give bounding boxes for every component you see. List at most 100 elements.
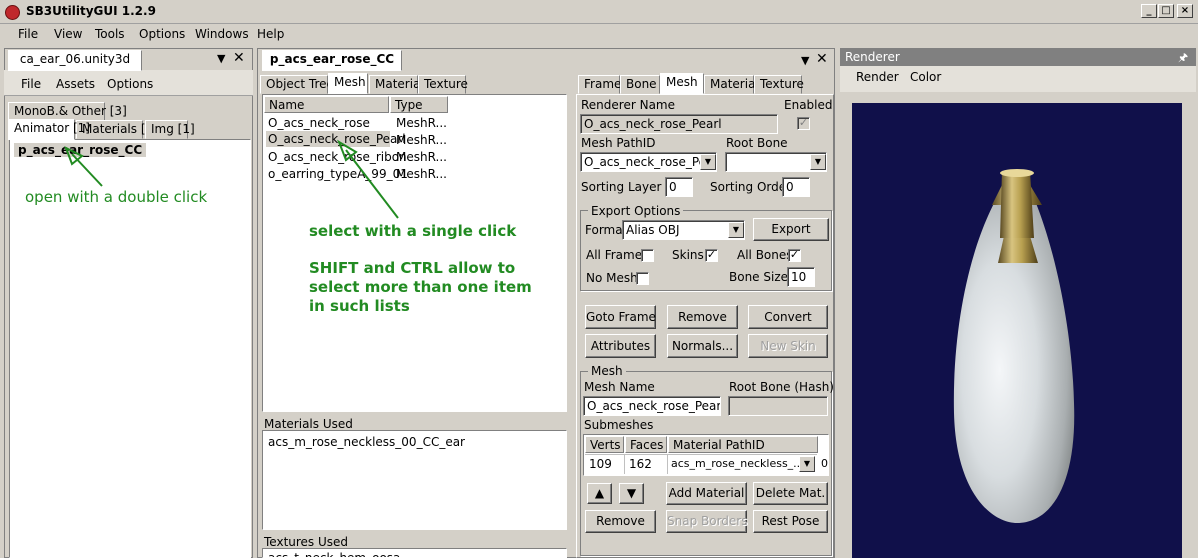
tab-material[interactable]: Material	[369, 75, 424, 94]
menu-file[interactable]: File	[18, 27, 38, 41]
sorting-layer-input[interactable]: 0	[665, 177, 693, 197]
chevron-down-icon[interactable]: ▼	[700, 154, 716, 170]
texture-list-item[interactable]: acs_t_neck_hem_oosa	[268, 551, 566, 557]
skins-label: Skins	[672, 248, 704, 262]
list-item-type: MeshR...	[396, 133, 447, 147]
menu-options[interactable]: Options	[139, 27, 185, 41]
textures-used-label: Textures Used	[264, 535, 349, 549]
panel-close-icon[interactable]: ✕	[233, 50, 245, 66]
tab-mesh[interactable]: Mesh	[328, 73, 368, 94]
renderer-name-label: Renderer Name	[581, 98, 675, 112]
maximize-button[interactable]: □	[1158, 4, 1174, 18]
column-name[interactable]: Name	[264, 96, 389, 113]
root-bone-hash-field[interactable]	[728, 396, 828, 416]
format-select[interactable]: Alias OBJ	[622, 220, 745, 240]
left-menu-options[interactable]: Options	[107, 77, 153, 91]
remove-button[interactable]: Remove	[667, 305, 738, 329]
menu-view[interactable]: View	[54, 27, 82, 41]
no-mesh-label: No Mesh	[586, 271, 638, 285]
delete-material-button[interactable]: Delete Mat.	[753, 482, 828, 505]
list-item-name[interactable]: O_acs_neck_rose_ribon	[268, 150, 407, 164]
material-cell[interactable]: acs_m_rose_neckless_...	[671, 457, 804, 470]
hint-shift-ctrl-3: in such lists	[309, 297, 410, 315]
list-item-type: MeshR...	[396, 116, 447, 130]
skins-checkbox[interactable]: ✓	[705, 249, 718, 262]
column-faces[interactable]: Faces	[625, 436, 667, 453]
tab-frame[interactable]: Frame	[578, 75, 621, 94]
submeshes-label: Submeshes	[584, 418, 654, 432]
sorting-order-input[interactable]: 0	[782, 177, 810, 197]
textures-list: acs_t_neck_hem_oosa	[262, 548, 567, 558]
chevron-down-icon[interactable]: ▼	[810, 154, 826, 170]
tab-unity3d-file[interactable]: ca_ear_06.unity3d	[8, 50, 142, 71]
panel-dropdown-icon[interactable]: ▼	[217, 52, 225, 65]
chevron-down-icon[interactable]: ▼	[728, 222, 744, 238]
convert-button[interactable]: Convert	[748, 305, 828, 329]
bone-size-input[interactable]: 10	[787, 267, 815, 287]
export-button[interactable]: Export	[753, 218, 829, 241]
column-type[interactable]: Type	[390, 96, 448, 113]
all-frames-label: All Frames	[586, 248, 649, 262]
tab-texture[interactable]: Texture	[418, 75, 468, 94]
renderer-viewport[interactable]	[852, 103, 1182, 558]
tree-item-animator[interactable]: p_acs_ear_rose_CC	[14, 143, 147, 157]
all-frames-checkbox[interactable]	[641, 249, 654, 262]
material-list-item[interactable]: acs_m_rose_neckless_00_CC_ear	[268, 435, 465, 449]
column-material-pathid[interactable]: Material PathID	[668, 436, 818, 453]
close-button[interactable]: ×	[1177, 4, 1193, 18]
tab-img[interactable]: Img [1]	[145, 120, 195, 139]
move-up-button[interactable]: ▲	[587, 483, 612, 504]
hint-shift-ctrl-1: SHIFT and CTRL allow to	[309, 259, 516, 277]
move-down-button[interactable]: ▼	[619, 483, 644, 504]
cell-divider	[667, 455, 668, 474]
faces-cell[interactable]: 162	[629, 457, 652, 471]
renderer-menu-color[interactable]: Color	[910, 70, 941, 84]
verts-cell[interactable]: 109	[589, 457, 612, 471]
title-bar	[0, 0, 1198, 24]
renderer-menu-render[interactable]: Render	[856, 70, 899, 84]
arrow-up-icon: ▲	[594, 486, 605, 500]
enabled-checkbox[interactable]: ✓	[797, 117, 810, 130]
tab-animator-doc[interactable]: p_acs_ear_rose_CC	[262, 50, 402, 71]
list-item-name-selected[interactable]: O_acs_neck_rose_Pearl	[266, 131, 406, 147]
add-material-button[interactable]: Add Material	[666, 482, 747, 505]
hint-single-click: select with a single click	[309, 222, 517, 240]
list-item-name[interactable]: o_earring_typeA_99_01	[268, 167, 408, 181]
tab-animator[interactable]: Animator [1]	[8, 119, 90, 140]
arrow-down-icon: ▼	[626, 486, 637, 500]
list-item-type: MeshR...	[396, 150, 447, 164]
window-title: SB3UtilityGUI 1.2.9	[26, 4, 156, 18]
middle-close-icon[interactable]: ✕	[816, 51, 828, 67]
attributes-button[interactable]: Attributes	[585, 334, 656, 358]
renderer-name-field[interactable]: O_acs_neck_rose_Pearl	[580, 114, 778, 134]
all-bones-checkbox[interactable]: ✓	[788, 249, 801, 262]
tab-editor-mesh[interactable]: Mesh	[660, 73, 704, 94]
no-mesh-checkbox[interactable]	[636, 272, 649, 285]
gold-bail	[1000, 171, 1034, 238]
column-verts[interactable]: Verts	[585, 436, 624, 453]
menu-tools[interactable]: Tools	[95, 27, 125, 41]
rest-pose-button[interactable]: Rest Pose	[753, 510, 828, 533]
tab-object-tree[interactable]: Object Tree	[260, 75, 334, 94]
gold-top	[1000, 169, 1034, 177]
goto-frame-button[interactable]: Goto Frame	[585, 305, 656, 329]
menu-help[interactable]: Help	[257, 27, 284, 41]
left-menu-assets[interactable]: Assets	[56, 77, 95, 91]
extra-cell: 0	[821, 457, 828, 470]
mesh-name-input[interactable]: O_acs_neck_rose_Pearl	[583, 396, 721, 416]
tab-editor-texture[interactable]: Texture	[754, 75, 804, 94]
normals-button[interactable]: Normals...	[667, 334, 738, 358]
snap-borders-button[interactable]: Snap Borders	[666, 510, 748, 533]
minimize-button[interactable]: _	[1141, 4, 1157, 18]
materials-used-label: Materials Used	[264, 417, 353, 431]
list-item-name[interactable]: O_acs_neck_rose	[268, 116, 370, 130]
left-menu-file[interactable]: File	[21, 77, 41, 91]
menu-windows[interactable]: Windows	[195, 27, 249, 41]
chevron-down-icon[interactable]: ▼	[799, 456, 815, 472]
middle-dropdown-icon[interactable]: ▼	[801, 54, 809, 67]
tab-bone[interactable]: Bone	[620, 75, 660, 94]
remove-submesh-button[interactable]: Remove	[585, 510, 656, 533]
tab-editor-material[interactable]: Material	[704, 75, 759, 94]
mesh-pathid-select[interactable]: O_acs_neck_rose_Pearl	[580, 152, 717, 172]
new-skin-button[interactable]: New Skin	[748, 334, 828, 358]
